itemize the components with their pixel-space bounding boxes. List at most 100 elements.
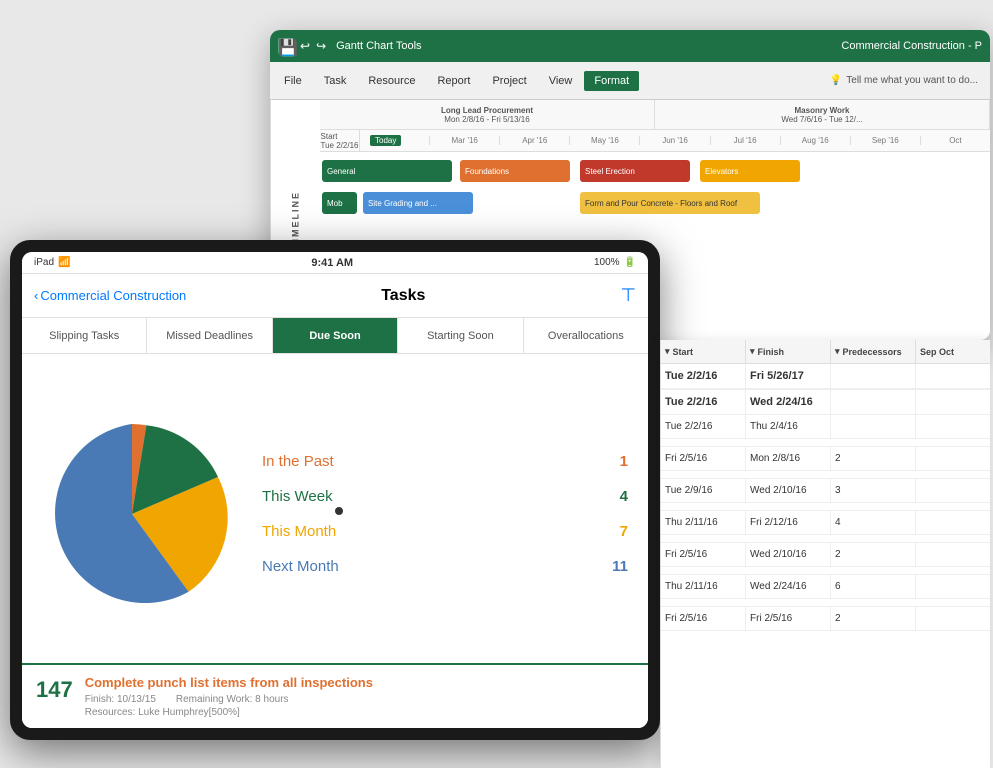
legend-label-past: In the Past [262,453,334,470]
tab-starting[interactable]: Starting Soon [398,318,523,353]
row-spacer-4 [661,535,990,543]
back-button[interactable]: ‹ Commercial Construction [34,288,186,303]
table-row-3: Fri 2/5/16 Mon 2/8/16 2 [661,447,990,471]
legend-count-past: 1 [620,453,628,470]
timeline-header: Long Lead Procurement Mon 2/8/16 - Fri 5… [320,100,990,130]
bar-formpour: Form and Pour Concrete - Floors and Roof [580,192,760,214]
sort-icon-finish: ▾ [750,346,755,357]
ipad-content: In the Past 1 This Week 4 This Month 7 N… [22,354,648,728]
tab-due-soon[interactable]: Due Soon [273,318,398,353]
td-start-0: Tue 2/2/16 [661,364,746,388]
td-start-6: Fri 2/5/16 [661,543,746,566]
table-header: ▾ Start ▾ Finish ▾ Predecessors Sep Oct [661,340,990,364]
table-row-4: Tue 2/9/16 Wed 2/10/16 3 [661,479,990,503]
ribbon-view[interactable]: View [539,71,583,91]
gantt-toolbar: 💾 ↩ ↪ Gantt Chart Tools Commercial Const… [270,30,990,62]
th-pred[interactable]: ▾ Predecessors [831,340,916,363]
th-qtr-label: Sep Oct [920,347,954,357]
td-qtr-6 [916,543,990,566]
filter-button[interactable]: ⊤ [620,285,636,306]
td-finish-7: Wed 2/24/16 [746,575,831,598]
row-spacer-5 [661,567,990,575]
td-pred-1 [831,390,916,414]
legend-label-next-month: Next Month [262,558,339,575]
tab-bar: Slipping Tasks Missed Deadlines Due Soon… [22,318,648,354]
task-detail-inner: 147 Complete punch list items from all i… [36,675,634,718]
td-pred-3: 2 [831,447,916,470]
ipad-screen: iPad 📶 9:41 AM 100% 🔋 ‹ Commercial Const… [22,252,648,728]
task-info: Complete punch list items from all inspe… [85,675,373,718]
ribbon-report[interactable]: Report [427,71,480,91]
row-spacer [661,439,990,447]
nav-title: Tasks [186,287,620,305]
legend-label-month: This Month [262,523,336,540]
month-apr: Apr '16 [500,136,570,145]
tell-me-box[interactable]: 💡 Tell me what you want to do... [830,75,986,86]
task-title: Complete punch list items from all inspe… [85,675,373,690]
table-row-2: Tue 2/2/16 Thu 2/4/16 [661,415,990,439]
legend-item-next-month: Next Month 11 [262,558,628,575]
ribbon-format[interactable]: Format [584,71,639,91]
legend-count-week: 4 [620,488,628,505]
th-start-label: Start [673,347,694,357]
pie-chart [32,414,232,614]
bar-foundations: Foundations [460,160,570,182]
legend-count-next-month: 11 [612,558,628,575]
status-time: 9:41 AM [70,257,594,269]
td-pred-4: 3 [831,479,916,502]
bar-sitegrading: Site Grading and ... [363,192,473,214]
legend-item-past: In the Past 1 [262,453,628,470]
month-oct: Oct [921,136,990,145]
ribbon-file[interactable]: File [274,71,312,91]
th-start[interactable]: ▾ Start [661,340,746,363]
save-icon: 💾 [278,38,294,54]
wifi-icon: 📶 [58,257,70,268]
month-jun: Jun '16 [640,136,710,145]
td-qtr-2 [916,415,990,438]
th-finish[interactable]: ▾ Finish [746,340,831,363]
td-start-1: Tue 2/2/16 [661,390,746,414]
chevron-left-icon: ‹ [34,288,38,303]
task-finish: Finish: 10/13/15 [85,694,156,705]
bar-general: General [322,160,452,182]
td-start-4: Tue 2/9/16 [661,479,746,502]
back-label: Commercial Construction [40,288,186,303]
td-start-8: Fri 2/5/16 [661,607,746,630]
td-pred-5: 4 [831,511,916,534]
redo-icon: ↪ [316,39,326,53]
td-finish-2: Thu 2/4/16 [746,415,831,438]
bar-steel: Steel Erection [580,160,690,182]
tab-missed[interactable]: Missed Deadlines [147,318,272,353]
tab-slipping[interactable]: Slipping Tasks [22,318,147,353]
td-start-3: Fri 2/5/16 [661,447,746,470]
month-mar: Mar '16 [430,136,500,145]
td-pred-2 [831,415,916,438]
battery-label: 100% [594,257,620,268]
ribbon-resource[interactable]: Resource [358,71,425,91]
table-row-5: Thu 2/11/16 Fri 2/12/16 4 [661,511,990,535]
td-qtr-8 [916,607,990,630]
th-pred-label: Predecessors [843,347,902,357]
month-masonry: Masonry Work Wed 7/6/16 - Tue 12/... [655,100,990,129]
row-spacer-2 [661,471,990,479]
legend-count-month: 7 [620,523,628,540]
ribbon-project[interactable]: Project [482,71,536,91]
bar-elevators: Elevators [700,160,800,182]
sort-icon-start: ▾ [665,346,670,357]
td-finish-3: Mon 2/8/16 [746,447,831,470]
gantt-row-1: General Foundations Steel Erection Eleva… [320,156,990,186]
pie-svg [32,414,232,614]
td-finish-5: Fri 2/12/16 [746,511,831,534]
tell-me-text: Tell me what you want to do... [846,75,978,86]
tab-overallocations[interactable]: Overallocations [524,318,648,353]
ipad-camera [335,507,343,515]
project-name: Commercial Construction - P [841,40,982,52]
nav-bar: ‹ Commercial Construction Tasks ⊤ [22,274,648,318]
th-finish-label: Finish [758,347,785,357]
table-row-7: Thu 2/11/16 Wed 2/24/16 6 [661,575,990,599]
table-row: Tue 2/2/16 Fri 5/26/17 [661,364,990,389]
today-marker: Today [370,135,401,146]
ipad-frame: iPad 📶 9:41 AM 100% 🔋 ‹ Commercial Const… [10,240,660,740]
ribbon-task[interactable]: Task [314,71,357,91]
legend-item-month: This Month 7 [262,523,628,540]
